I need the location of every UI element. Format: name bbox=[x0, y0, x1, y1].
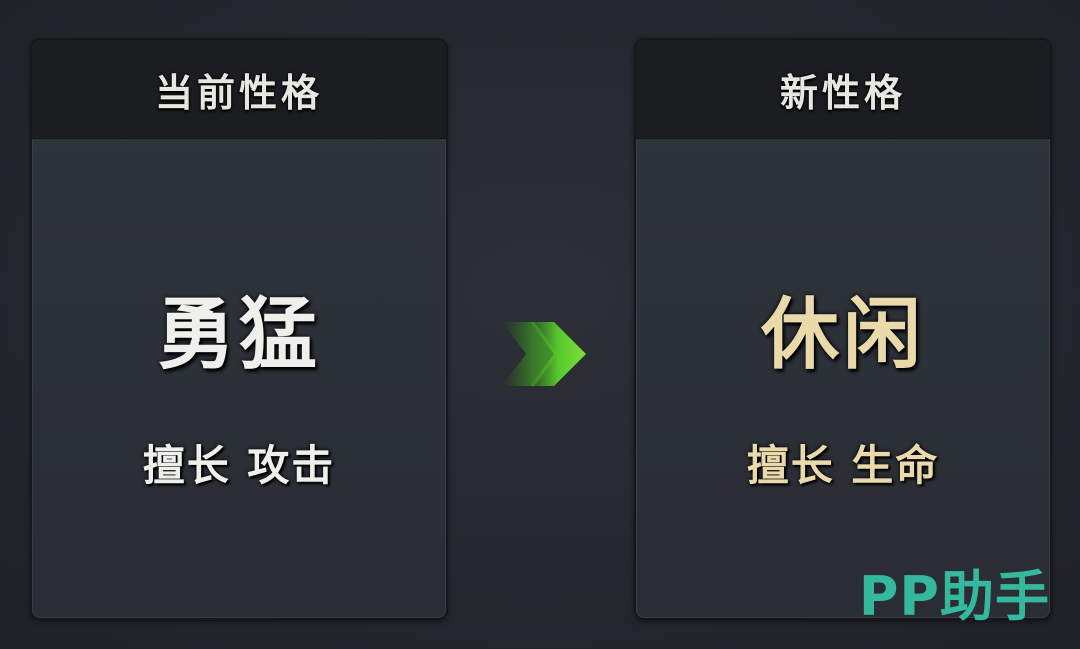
double-chevron-right-icon bbox=[502, 322, 586, 386]
new-personality-title: 新性格 bbox=[779, 69, 906, 115]
current-trait-description: 擅长 攻击 bbox=[142, 441, 336, 490]
new-trait-description: 擅长 生命 bbox=[746, 441, 940, 490]
current-personality-header: 当前性格 bbox=[32, 40, 446, 139]
new-trait-name: 休闲 bbox=[760, 289, 925, 380]
current-trait-name: 勇猛 bbox=[156, 289, 321, 380]
new-personality-header: 新性格 bbox=[636, 40, 1050, 139]
current-personality-card: 当前性格 勇猛 擅长 攻击 bbox=[30, 38, 448, 620]
pp-assistant-watermark: PP助手 bbox=[858, 565, 1050, 628]
new-personality-card: 新性格 休闲 擅长 生命 bbox=[634, 38, 1052, 620]
current-personality-title: 当前性格 bbox=[154, 69, 323, 115]
